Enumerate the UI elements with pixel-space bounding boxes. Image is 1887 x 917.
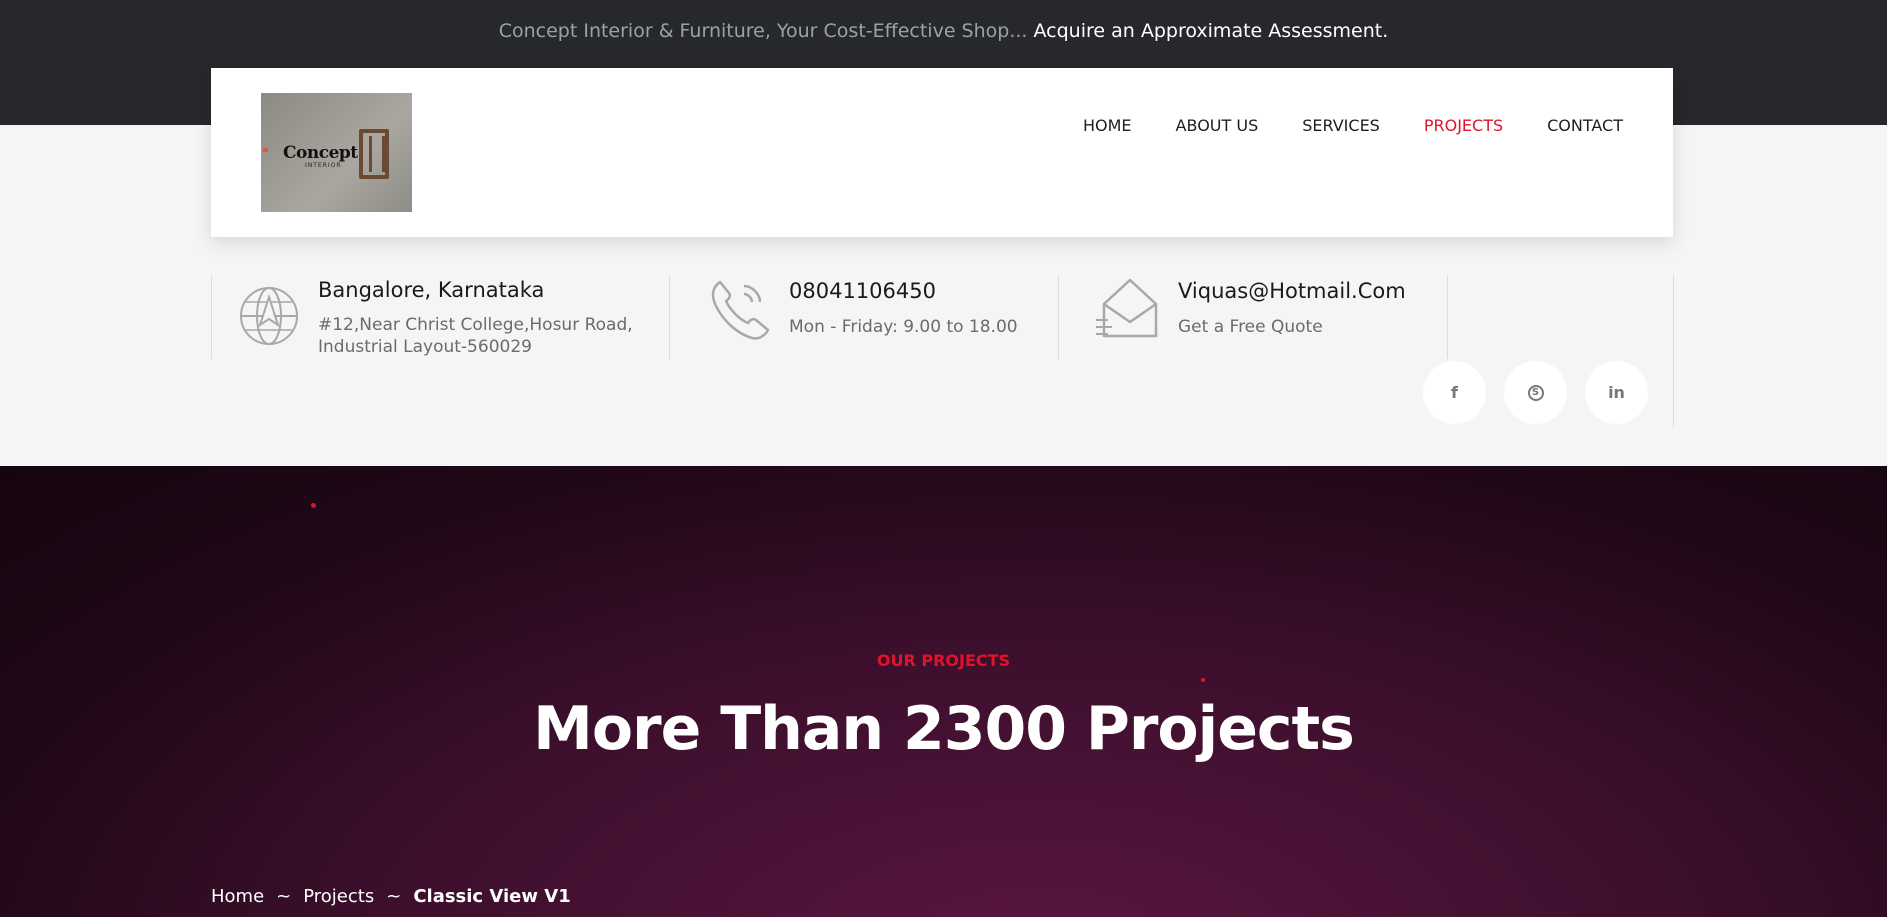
- logo-subtext: INTERIOR: [305, 162, 342, 169]
- phone-number[interactable]: 08041106450: [789, 279, 936, 303]
- phone-icon: [711, 280, 770, 340]
- site-header: Concept INTERIOR HOME ABOUT US SERVICES …: [211, 68, 1673, 237]
- skype-icon: S: [1527, 384, 1544, 401]
- decorative-dot: [311, 503, 316, 508]
- address-line-1: #12,Near Christ College,Hosur Road,: [318, 315, 633, 335]
- address-line-2: Industrial Layout-560029: [318, 337, 532, 357]
- hero-subtitle: OUR PROJECTS: [876, 651, 1011, 670]
- facebook-icon: f: [1451, 383, 1458, 402]
- main-navigation: HOME ABOUT US SERVICES PROJECTS CONTACT: [1083, 116, 1623, 135]
- phone-hours: Mon - Friday: 9.00 to 18.00: [789, 317, 1018, 337]
- breadcrumb-separator: ~: [276, 886, 292, 907]
- nav-about-us[interactable]: ABOUT US: [1176, 116, 1259, 135]
- facebook-button[interactable]: f: [1423, 361, 1486, 424]
- breadcrumb: Home ~ Projects ~ Classic View V1: [211, 886, 571, 907]
- envelope-icon: [1096, 278, 1158, 338]
- logo-chair-graphic: [359, 129, 389, 179]
- email-address[interactable]: Viquas@Hotmail.Com: [1178, 279, 1406, 303]
- breadcrumb-home[interactable]: Home: [211, 886, 264, 907]
- linkedin-icon: in: [1608, 383, 1625, 402]
- logo-wordmark: Concept: [283, 143, 358, 163]
- nav-projects[interactable]: PROJECTS: [1424, 116, 1503, 135]
- breadcrumb-current: Classic View V1: [413, 886, 571, 907]
- info-divider: [1673, 275, 1674, 427]
- breadcrumb-projects[interactable]: Projects: [303, 886, 374, 907]
- page-hero-banner: OUR PROJECTS More Than 2300 Projects Hom…: [0, 466, 1887, 917]
- linkedin-button[interactable]: in: [1585, 361, 1648, 424]
- announcement-message: Concept Interior & Furniture, Your Cost-…: [498, 20, 1028, 42]
- estimate-link[interactable]: Acquire an Approximate Assessment.: [1034, 20, 1389, 42]
- announcement-text: Concept Interior & Furniture, Your Cost-…: [0, 20, 1887, 42]
- breadcrumb-separator: ~: [386, 886, 402, 907]
- info-divider: [211, 275, 212, 359]
- decorative-dot: [1201, 678, 1205, 682]
- info-divider: [669, 275, 670, 359]
- globe-icon: [240, 287, 298, 345]
- nav-services[interactable]: SERVICES: [1302, 116, 1380, 135]
- logo-accent-mark: [263, 148, 268, 152]
- nav-home[interactable]: HOME: [1083, 116, 1132, 135]
- address-title: Bangalore, Karnataka: [318, 278, 545, 302]
- nav-contact[interactable]: CONTACT: [1547, 116, 1623, 135]
- free-quote-text[interactable]: Get a Free Quote: [1178, 317, 1323, 338]
- info-divider: [1058, 275, 1059, 359]
- skype-button[interactable]: S: [1504, 361, 1567, 424]
- site-logo[interactable]: Concept INTERIOR: [261, 93, 412, 212]
- page-title: More Than 2300 Projects: [533, 694, 1355, 764]
- info-divider: [1447, 275, 1448, 359]
